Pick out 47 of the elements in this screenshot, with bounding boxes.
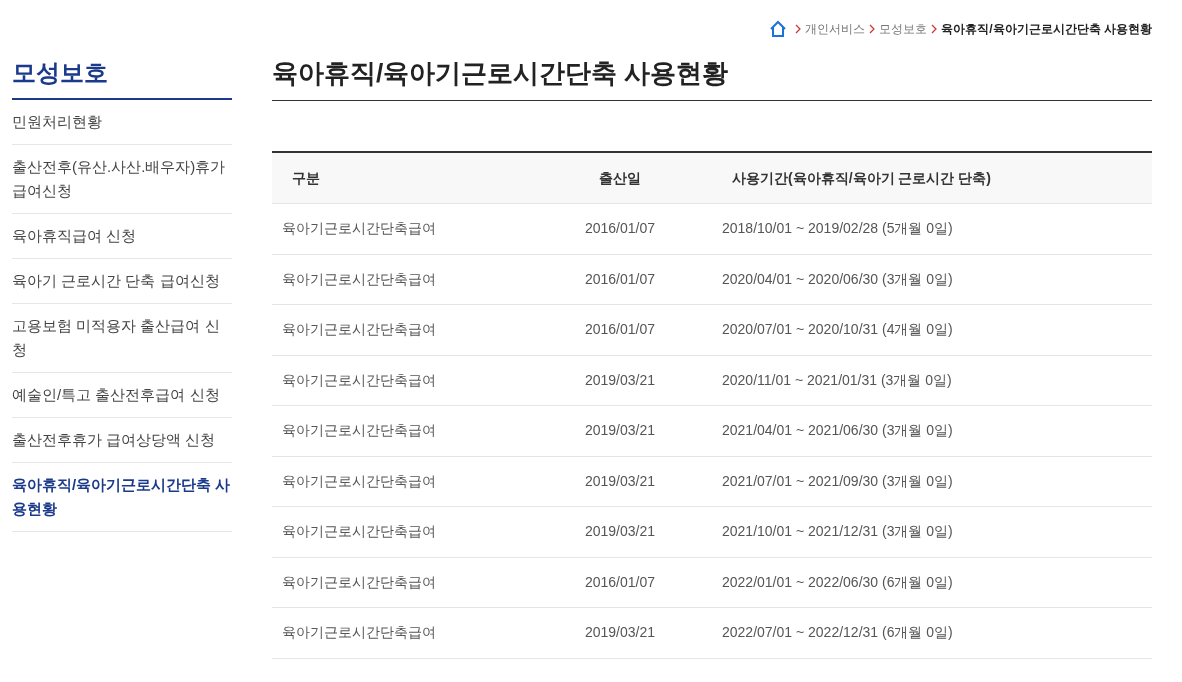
table-cell-text: 육아기근로시간단축급여 [281,471,437,491]
breadcrumb-link[interactable]: 개인서비스 [805,20,866,38]
sidebar-item[interactable]: 육아휴직/육아기근로시간단축 사용현황 [12,463,232,532]
sidebar-item[interactable]: 육아기 근로시간 단축 급여신청 [12,259,232,304]
chevron-icon [931,24,938,34]
table-cell-text: 2022/07/01 ~ 2022/12/31 (6개월 0일) [721,623,954,643]
table-cell-text: 2016/01/07 [583,320,657,340]
table-cell-text: 육아기근로시간단축급여 [281,219,437,239]
table-cell-text: 2022/01/01 ~ 2022/06/30 (6개월 0일) [721,572,954,592]
sidebar-item[interactable]: 고용보험 미적용자 출산급여 신청 [12,304,232,373]
table-cell-text: 육아기근로시간단축급여 [281,320,437,340]
table-cell-text: 육아기근로시간단축급여 [281,572,437,592]
table-cell-text: 2019/03/21 [583,421,657,441]
table-cell-text: 2020/11/01 ~ 2021/01/31 (3개월 0일) [721,370,953,390]
sidebar-item[interactable]: 예술인/특고 출산전후급여 신청 [12,373,232,418]
table-cell-text: 육아기근로시간단축급여 [281,269,437,289]
table-cell-text: 육아기근로시간단축급여 [281,421,437,441]
table-cell-text: 2016/01/07 [583,219,657,239]
table-cell-text: 육아기근로시간단축급여 [281,370,437,390]
table-cell-text: 2019/03/21 [583,522,657,542]
sidebar-item[interactable]: 육아휴직급여 신청 [12,214,232,259]
sidebar-item[interactable]: 민원처리현황 [12,100,232,145]
table-cell-text: 육아기근로시간단축급여 [281,522,437,542]
column-header: 출산일 [598,168,642,188]
table-cell-text: 2021/07/01 ~ 2021/09/30 (3개월 0일) [721,471,954,491]
chevron-icon [795,24,802,34]
table-cell-text: 2019/03/21 [583,623,657,643]
sidebar-item[interactable]: 출산전후(유산.사산.배우자)휴가 급여신청 [12,145,232,214]
table-cell-text: 2018/10/01 ~ 2019/02/28 (5개월 0일) [721,219,954,239]
breadcrumb-link[interactable]: 모성보호 [879,20,928,38]
column-header: 구분 [291,168,321,188]
table-cell-text: 2019/03/21 [583,471,657,491]
table-cell-text: 2019/03/21 [583,370,657,390]
column-header: 사용기간(육아휴직/육아기 근로시간 단축) [731,168,992,188]
chevron-icon [869,24,876,34]
table-cell-text: 2021/04/01 ~ 2021/06/30 (3개월 0일) [721,421,954,441]
table-cell-text: 육아기근로시간단축급여 [281,623,437,643]
table-cell-text: 2016/01/07 [583,572,657,592]
table-cell-text: 2020/07/01 ~ 2020/10/31 (4개월 0일) [721,320,954,340]
sidebar-title: 모성보호 [12,56,232,100]
sidebar-item[interactable]: 출산전후휴가 급여상당액 신청 [12,418,232,463]
breadcrumb-current: 육아휴직/육아기근로시간단축 사용현황 [941,21,1152,38]
page-title: 육아휴직/육아기근로시간단축 사용현황 [272,56,1152,101]
table-cell-text: 2021/10/01 ~ 2021/12/31 (3개월 0일) [721,522,954,542]
home-icon[interactable] [769,20,788,38]
table-cell-text: 2016/01/07 [583,269,657,289]
table-cell-text: 2020/04/01 ~ 2020/06/30 (3개월 0일) [721,269,954,289]
